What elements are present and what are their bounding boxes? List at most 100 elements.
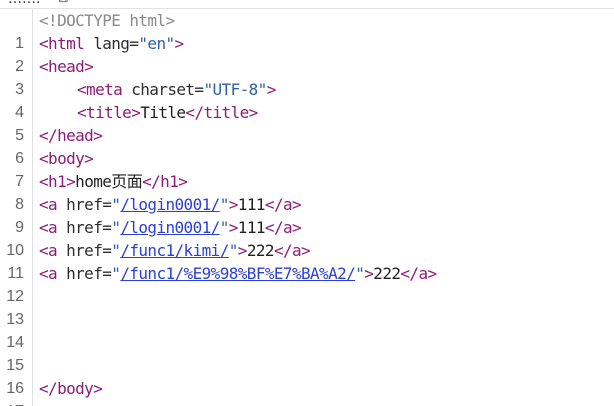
tag-token: <head>	[39, 57, 94, 76]
code-lines[interactable]: 1 <!DOCTYPE html> 2 <html lang="en"> 3 <…	[0, 9, 614, 406]
line-number: 7	[15, 173, 24, 190]
code-content[interactable]: <head>	[39, 55, 94, 78]
tag-token: </body>	[39, 379, 103, 398]
code-content[interactable]: </head>	[39, 124, 103, 147]
code-line[interactable]: 10 <a href="/login0001/">111</a>	[0, 216, 614, 259]
line-number: 12	[6, 288, 24, 305]
editor-tab-strip: ……. ⊠	[0, 0, 614, 9]
code-line[interactable]: 5 <title>Title</title>	[0, 101, 614, 144]
line-number: 5	[15, 127, 24, 144]
code-content[interactable]: <html lang="en">	[39, 32, 184, 55]
attribute-token: href=	[57, 241, 112, 260]
text-token: 111	[237, 195, 266, 214]
attribute-token: href=	[57, 264, 112, 283]
tag-token: <h1	[39, 172, 67, 191]
attribute-token: charset=	[122, 80, 204, 99]
href-link[interactable]: /func1/%E9%98%BF%E7%BA%A2/	[120, 264, 355, 283]
tab-label: …….	[8, 0, 40, 7]
code-line[interactable]: 2 <html lang="en">	[0, 32, 614, 75]
tag-token: <title	[77, 103, 132, 122]
code-line[interactable]: 14	[0, 308, 614, 351]
code-line[interactable]: 7 <body>	[0, 147, 614, 190]
tag-token: <meta	[77, 80, 123, 99]
tab-close-icon[interactable]: ⊠	[58, 0, 69, 7]
tag-token: >	[66, 172, 76, 191]
code-content[interactable]: <a href="/login0001/">111</a>	[39, 193, 302, 216]
code-line[interactable]: 12 <a href="/func1/%E9%98%BF%E7%BA%A2/">…	[0, 262, 614, 305]
line-number: 10	[6, 242, 24, 259]
href-link[interactable]: /func1/kimi/	[120, 241, 229, 260]
code-line[interactable]: 1 <!DOCTYPE html>	[0, 9, 614, 52]
href-link[interactable]: /login0001/	[120, 195, 220, 214]
href-link[interactable]: /login0001/	[120, 218, 220, 237]
attribute-token: href=	[57, 218, 112, 237]
tag-token: >	[364, 264, 374, 283]
tag-token: <html	[39, 34, 85, 53]
line-number: 3	[15, 81, 24, 98]
line-number: 8	[15, 196, 24, 213]
tag-token: </a>	[273, 241, 311, 260]
quote-token: "	[111, 218, 121, 237]
code-line[interactable]: 17 </body>	[0, 377, 614, 406]
tag-token: </title>	[185, 103, 258, 122]
tag-token: >	[174, 34, 185, 53]
tag-token: </a>	[264, 218, 302, 237]
attribute-token: lang=	[84, 34, 139, 53]
tag-token: <a	[39, 195, 58, 214]
quote-token: "	[111, 264, 121, 283]
tag-token: >	[131, 103, 141, 122]
tag-token: <a	[39, 264, 58, 283]
tag-token: </h1>	[142, 172, 188, 191]
quote-token: "	[111, 241, 121, 260]
line-number: 9	[15, 219, 24, 236]
code-content[interactable]: <title>Title</title>	[39, 101, 258, 124]
code-content[interactable]: <meta charset="UTF-8">	[39, 78, 276, 101]
code-content[interactable]: </body>	[39, 377, 103, 400]
value-token: "en"	[138, 34, 175, 53]
line-number: 11	[7, 265, 24, 282]
quote-token: "	[355, 264, 365, 283]
code-content[interactable]: <!DOCTYPE html>	[39, 9, 175, 32]
tag-token: </head>	[39, 126, 103, 145]
tag-token: >	[228, 218, 239, 237]
line-number: 6	[15, 150, 24, 167]
code-content[interactable]: <body>	[39, 147, 94, 170]
line-number: 16	[6, 380, 24, 397]
line-number: 13	[6, 311, 24, 328]
text-token: home页面	[75, 172, 143, 191]
code-line[interactable]: 3 <head>	[0, 55, 614, 98]
code-line[interactable]: 4 <meta charset="UTF-8">	[0, 78, 614, 121]
code-editor[interactable]: ……. ⊠ 1 <!DOCTYPE html> 2 <html lang="en…	[0, 0, 614, 406]
quote-token: "	[228, 241, 239, 260]
quote-token: "	[219, 218, 230, 237]
tag-token: >	[228, 195, 239, 214]
quote-token: "	[219, 195, 230, 214]
code-line[interactable]: 6 </head>	[0, 124, 614, 167]
tag-token: </a>	[264, 195, 302, 214]
code-content[interactable]: <h1>home页面</h1>	[39, 170, 188, 193]
code-line[interactable]: 9 <a href="/login0001/">111</a>	[0, 193, 614, 236]
line-number: 17	[0, 400, 24, 406]
line-number: 4	[15, 104, 24, 121]
code-line[interactable]: 16	[0, 354, 614, 397]
line-number: 2	[15, 58, 24, 75]
code-line[interactable]: 13	[0, 285, 614, 328]
tag-token: <a	[39, 218, 58, 237]
code-content[interactable]: <a href="/login0001/">111</a>	[39, 216, 302, 239]
tag-token: <body>	[39, 149, 94, 168]
text-token: 222	[246, 241, 275, 260]
code-line[interactable]: 8 <h1>home页面</h1>	[0, 170, 614, 213]
line-number: 15	[6, 357, 24, 374]
line-number: 1	[15, 35, 24, 52]
quote-token: "	[111, 195, 121, 214]
code-content[interactable]: <a href="/func1/%E9%98%BF%E7%BA%A2/">222…	[39, 262, 437, 285]
value-token: "UTF-8"	[203, 80, 267, 99]
text-token: 222	[373, 264, 401, 283]
code-line[interactable]: 11 <a href="/func1/kimi/">222</a>	[0, 239, 614, 282]
text-token: 111	[237, 218, 266, 237]
tag-token: >	[237, 241, 248, 260]
code-line[interactable]: 15	[0, 331, 614, 374]
code-content[interactable]: <a href="/func1/kimi/">222</a>	[39, 239, 311, 262]
tag-token: </a>	[400, 264, 437, 283]
text-token: Title	[140, 103, 186, 122]
